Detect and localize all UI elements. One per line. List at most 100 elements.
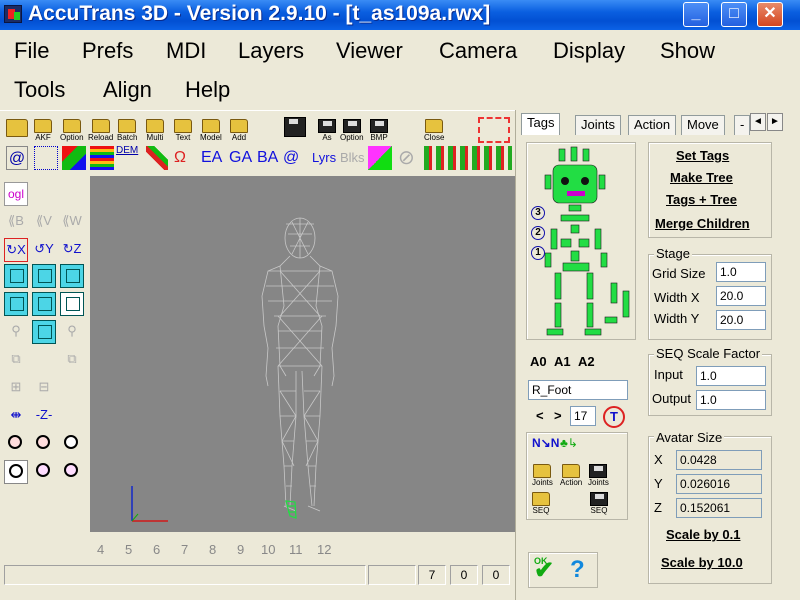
frame-number[interactable]: 6 <box>153 542 160 557</box>
width-x-field[interactable]: 20.0 <box>716 286 766 306</box>
maximize-button[interactable]: □ <box>721 2 747 27</box>
grid-size-field[interactable]: 1.0 <box>716 262 766 282</box>
color-swap-icon[interactable] <box>368 146 392 170</box>
at-layers-button[interactable]: @ <box>283 146 299 170</box>
frame-number[interactable]: 11 <box>289 542 303 557</box>
zoom-in-icon[interactable] <box>4 432 28 456</box>
zoom-icon[interactable] <box>60 432 84 456</box>
menu-camera[interactable]: Camera <box>439 38 517 64</box>
open-action-button[interactable]: Action <box>560 464 582 487</box>
blks-button[interactable]: Blks <box>340 146 365 170</box>
frame-number[interactable]: 8 <box>209 542 216 557</box>
ogl-button[interactable]: ogl <box>4 182 28 206</box>
rotate-x-icon[interactable]: ↻X <box>4 238 28 262</box>
menu-help[interactable]: Help <box>185 77 230 103</box>
tab-scroll-right-button[interactable]: ► <box>767 113 783 131</box>
tab-more[interactable]: - <box>734 115 751 135</box>
tree-icon[interactable]: ♣↳ <box>560 436 578 450</box>
app-icon[interactable] <box>4 5 22 23</box>
frame-number[interactable]: 10 <box>261 542 275 557</box>
save-bmp-button[interactable]: BMP <box>370 119 388 142</box>
tab-move[interactable]: Move <box>681 115 725 135</box>
minimize-button[interactable]: _ <box>683 2 709 27</box>
skeleton-diagram[interactable] <box>526 142 636 340</box>
mirror-icon[interactable]: ⧉ <box>60 348 84 372</box>
zoom-next-icon[interactable] <box>32 460 56 484</box>
joint-name-field[interactable]: R_Foot <box>528 380 628 400</box>
tab-joints[interactable]: Joints <box>575 115 621 135</box>
frame-number[interactable]: 7 <box>181 542 188 557</box>
width-y-field[interactable]: 20.0 <box>716 310 766 330</box>
bound-box-icon[interactable]: ⟪B <box>4 210 28 234</box>
cube-icon[interactable] <box>4 292 28 316</box>
menu-align[interactable]: Align <box>103 77 152 103</box>
layers-color-icon[interactable] <box>90 146 114 170</box>
open-joints-button[interactable]: Joints <box>532 464 553 487</box>
save-seq-button[interactable]: SEQ <box>590 492 608 515</box>
frame-number[interactable]: 12 <box>317 542 331 557</box>
anim-a1[interactable]: A1 <box>554 354 571 369</box>
ba-button[interactable]: BA <box>257 146 278 170</box>
no-icon[interactable]: ⊘ <box>398 146 420 170</box>
next-joint-button[interactable]: > <box>554 408 562 423</box>
save-as-button[interactable]: As <box>318 119 336 142</box>
cube-icon[interactable] <box>60 292 84 316</box>
frame-number[interactable]: 5 <box>125 542 132 557</box>
seq-output-field[interactable]: 1.0 <box>696 390 766 410</box>
frame-number[interactable]: 9 <box>237 542 244 557</box>
seq-input-field[interactable]: 1.0 <box>696 366 766 386</box>
menu-display[interactable]: Display <box>553 38 625 64</box>
zoom-fit-icon[interactable] <box>4 460 28 484</box>
multi-button[interactable]: Multi <box>146 119 164 142</box>
set-tags-button[interactable]: Set Tags <box>676 148 729 163</box>
open-button[interactable] <box>6 119 28 137</box>
close-file-button[interactable]: Close <box>424 119 444 142</box>
text-button[interactable]: Text <box>174 119 192 142</box>
edge-icon[interactable] <box>146 146 168 170</box>
tab-scroll-left-button[interactable]: ◄ <box>750 113 766 131</box>
transform-arrows-button[interactable] <box>478 117 510 143</box>
rotate-z-icon[interactable]: ↻Z <box>60 238 84 262</box>
at-button[interactable]: @ <box>6 146 28 170</box>
save-joints-button[interactable]: Joints <box>588 464 609 487</box>
make-tree-button[interactable]: Make Tree <box>670 170 733 185</box>
menu-viewer[interactable]: Viewer <box>336 38 403 64</box>
save-option-button[interactable]: Option <box>340 119 364 142</box>
menu-show[interactable]: Show <box>660 38 715 64</box>
title-bar[interactable]: AccuTrans 3D - Version 2.9.10 - [t_as109… <box>0 0 800 30</box>
merge-children-button[interactable]: Merge Children <box>655 216 750 231</box>
save-button[interactable] <box>284 117 306 137</box>
open-option-button[interactable]: Option <box>60 119 84 142</box>
cube-icon[interactable] <box>32 320 56 344</box>
delete-tag-icon[interactable]: T <box>603 406 625 428</box>
level-1-button[interactable]: 1 <box>531 246 545 260</box>
tags-tree-button[interactable]: Tags + Tree <box>666 192 737 207</box>
grid-align-icon[interactable]: ⊞ <box>4 376 28 400</box>
menu-mdi[interactable]: MDI <box>166 38 206 64</box>
dem-button[interactable]: DEM <box>116 146 142 170</box>
level-2-button[interactable]: 2 <box>531 226 545 240</box>
lyrs-button[interactable]: Lyrs <box>312 146 336 170</box>
vertices-icon[interactable] <box>34 146 58 170</box>
grid-align-icon[interactable]: ⊟ <box>32 376 56 400</box>
ea-button[interactable]: EA <box>201 146 222 170</box>
cube-icon[interactable] <box>32 292 56 316</box>
wrap-icon[interactable]: ⟪W <box>60 210 84 234</box>
triangles-icon[interactable] <box>62 146 86 170</box>
cube-icon[interactable] <box>4 264 28 288</box>
3d-viewport[interactable] <box>90 176 515 532</box>
mirror-icon[interactable]: ⧉ <box>4 348 28 372</box>
batch-button[interactable]: Batch <box>117 119 137 142</box>
anim-a2[interactable]: A2 <box>578 354 595 369</box>
help-icon[interactable]: ? <box>570 556 585 584</box>
scale-by-10-button[interactable]: Scale by 10.0 <box>661 555 743 570</box>
tab-action[interactable]: Action <box>628 115 677 135</box>
level-3-button[interactable]: 3 <box>531 206 545 220</box>
cube-icon[interactable] <box>60 264 84 288</box>
center-icon[interactable]: ⟪V <box>32 210 56 234</box>
menu-file[interactable]: File <box>14 38 49 64</box>
joint-tree-icons[interactable] <box>424 146 512 170</box>
scale-icon[interactable]: ⚲ <box>4 320 28 344</box>
open-akf-button[interactable]: AKF <box>34 119 52 142</box>
close-button[interactable]: ✕ <box>757 2 783 27</box>
